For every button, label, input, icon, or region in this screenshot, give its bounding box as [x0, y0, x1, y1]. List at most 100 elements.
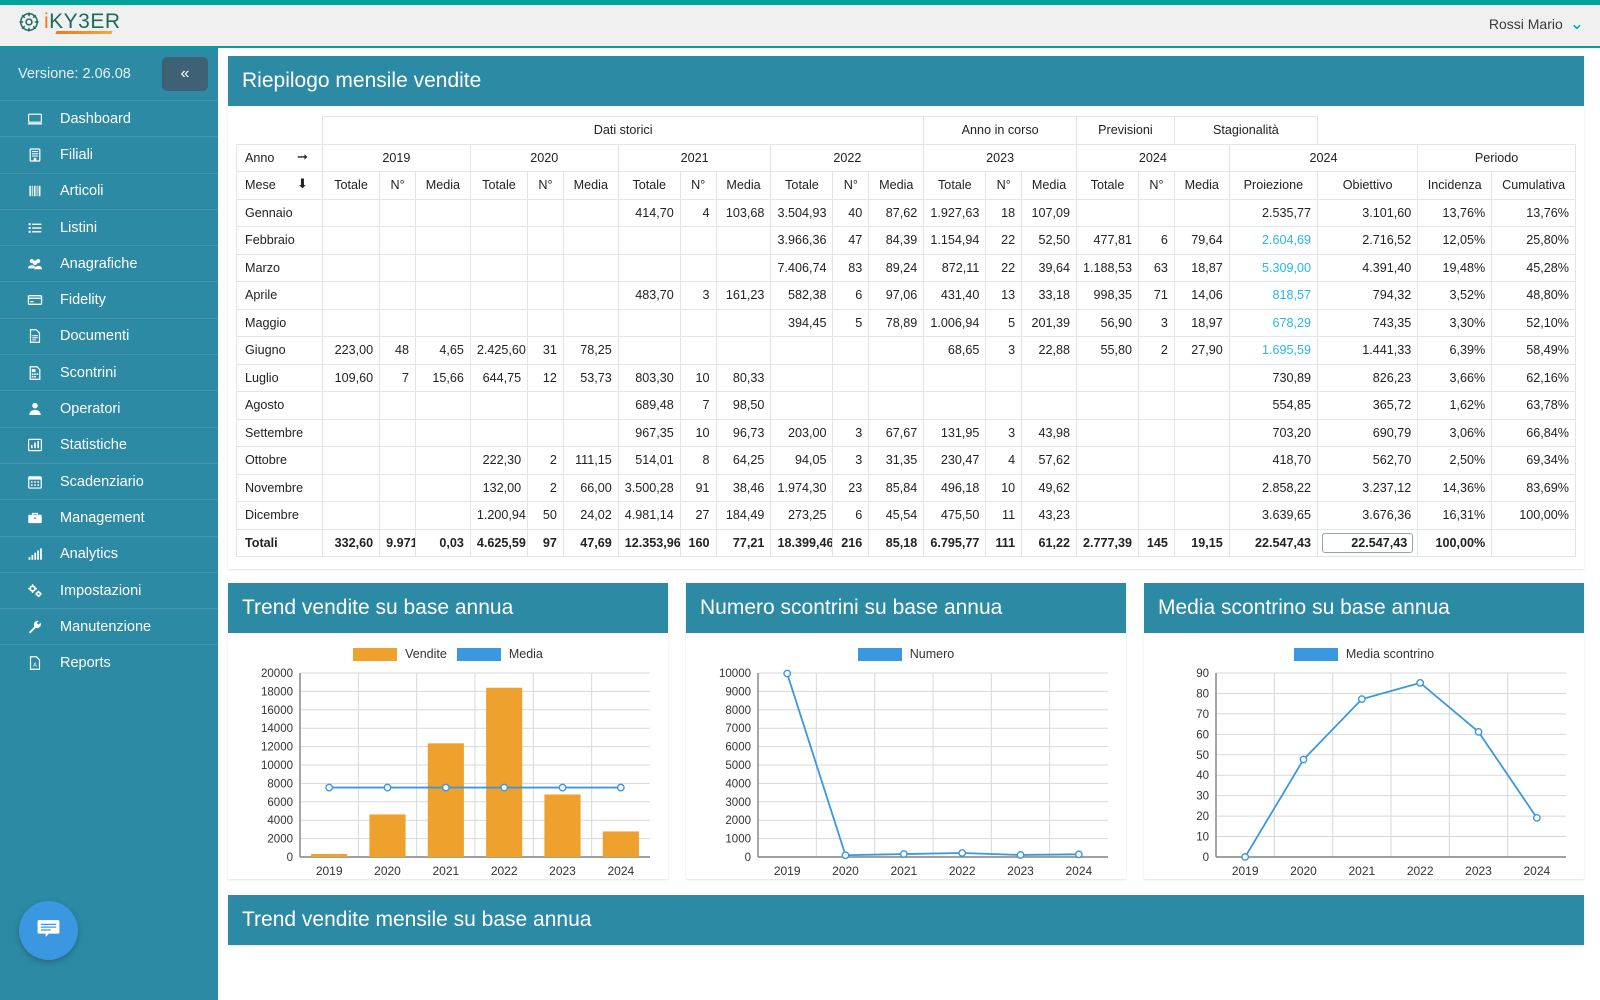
obiettivo-input[interactable]: 22.547,43	[1322, 532, 1414, 553]
table-cell	[414, 391, 471, 420]
table-cell	[527, 281, 564, 310]
table-cell: 15,66	[414, 363, 471, 392]
cell-cumulativa: 83,69%	[1491, 473, 1576, 502]
sidebar-item-management[interactable]: Management	[0, 499, 218, 535]
sidebar-item-anagrafiche[interactable]: Anagrafiche	[0, 245, 218, 281]
sidebar: Versione: 2.06.08 « Dashboard Filiali Arti…	[0, 48, 218, 1000]
chevron-down-icon[interactable]: ⌄	[1570, 15, 1584, 32]
table-row[interactable]: Marzo 7.406,74 83 89,24 872,11 22 39,64 1.188,5…	[236, 253, 1576, 282]
user-menu[interactable]: Rossi Mario ⌄	[1489, 15, 1584, 32]
table-column-header[interactable]: Incidenza	[1417, 171, 1493, 200]
chart-card: Trend vendite su base annua Vendite Media 0…	[228, 583, 668, 879]
table-cell	[321, 391, 381, 420]
table-cell	[527, 418, 564, 447]
table-column-header[interactable]: Media	[414, 171, 471, 200]
svg-text:20000: 20000	[261, 668, 293, 680]
table-row[interactable]: Dicembre 1.200,94 50 24,02 4.981,14 27 184,49 2…	[236, 501, 1576, 530]
table-cell	[562, 308, 619, 337]
sidebar-item-fidelity[interactable]: Fidelity	[0, 281, 218, 317]
legend-item[interactable]: Numero	[857, 647, 954, 661]
chat-bubble-button[interactable]	[19, 901, 78, 960]
table-cell	[923, 391, 987, 420]
table-column-header[interactable]: Media	[562, 171, 619, 200]
sidebar-item-articoli[interactable]: Articoli	[0, 172, 218, 209]
sidebar-item-operatori[interactable]: Operatori	[0, 390, 218, 426]
table-row[interactable]: Giugno 223,00 48 4,65 2.425,60 31 78,25 68,65 3 2…	[236, 336, 1576, 365]
sidebar-item-manutenzione[interactable]: Manutenzione	[0, 608, 218, 644]
table-cell: 1.188,53	[1076, 253, 1140, 282]
table-column-header[interactable]: N°	[379, 171, 416, 200]
table-column-header[interactable]: N°	[832, 171, 870, 200]
table-year-header: 2019	[321, 143, 471, 172]
legend-item[interactable]: Media scontrino	[1293, 647, 1434, 661]
table-column-header[interactable]: Totale	[469, 171, 529, 200]
sidebar-item-scadenziario[interactable]: Scadenziario	[0, 462, 218, 499]
table-column-header[interactable]: N°	[1138, 171, 1175, 200]
table-column-header[interactable]: Totale	[923, 171, 987, 200]
table-column-header[interactable]: Proiezione	[1228, 171, 1319, 200]
table-row[interactable]: Luglio 109,60 7 15,66 644,75 12 53,73 803,30 10 8…	[236, 363, 1576, 392]
table-column-header[interactable]: Cumulativa	[1491, 171, 1576, 200]
table-cell: 2	[1138, 336, 1175, 365]
table-cell	[562, 253, 619, 282]
table-cell	[1138, 391, 1175, 420]
cell-obiettivo: 365,72	[1317, 391, 1419, 420]
table-cell	[985, 391, 1023, 420]
sidebar-item-label: Anagrafiche	[60, 255, 138, 272]
table-cell	[379, 308, 416, 337]
legend-item[interactable]: Media	[456, 647, 543, 661]
table-column-header[interactable]: Media	[715, 171, 772, 200]
table-row[interactable]: Agosto 689,48 7 98,50 554,85 365,72 1,62% 63,78…	[236, 391, 1576, 420]
totals-cell: 19,15	[1173, 528, 1230, 557]
svg-text:70: 70	[1196, 709, 1209, 721]
legend-item[interactable]: Vendite	[353, 647, 447, 661]
sidebar-item-dashboard[interactable]: Dashboard	[0, 100, 218, 136]
table-column-header[interactable]: Totale	[321, 171, 381, 200]
sidebar-item-analytics[interactable]: Analytics	[0, 535, 218, 572]
table-column-header[interactable]: Media	[1173, 171, 1230, 200]
table-row[interactable]: Maggio 394,45 5 78,89 1.006,94 5 201,39 56,90 3 1…	[236, 308, 1576, 337]
pdf-file-icon: A	[26, 655, 43, 671]
table-cell: 3	[832, 418, 870, 447]
table-row[interactable]: Aprile 483,70 3 161,23 582,38 6 97,06 431,40 13 3…	[236, 281, 1576, 310]
table-cell: 107,09	[1021, 198, 1078, 227]
table-row[interactable]: Febbraio 3.966,36 47 84,39 1.154,94 22 52,50 47…	[236, 226, 1576, 255]
monthly-trend-title: Trend vendite mensile su base annua	[228, 895, 1584, 945]
table-cell	[715, 253, 772, 282]
table-cell: 414,70	[617, 198, 681, 227]
table-column-header[interactable]: Media	[1021, 171, 1078, 200]
table-year-row-label: Anno ➞	[236, 143, 323, 172]
sidebar-item-reports[interactable]: A Reports	[0, 644, 218, 680]
table-row[interactable]: Novembre 132,00 2 66,00 3.500,28 91 38,46 1.974…	[236, 473, 1576, 502]
table-cell	[414, 226, 471, 255]
sidebar-item-scontrini[interactable]: Scontrini	[0, 354, 218, 390]
brand-logo[interactable]: iKY3ER	[18, 11, 121, 34]
table-column-header[interactable]: Totale	[617, 171, 681, 200]
table-cell	[321, 446, 381, 475]
svg-text:2020: 2020	[832, 864, 859, 878]
sidebar-item-filiali[interactable]: Filiali	[0, 136, 218, 172]
svg-text:7000: 7000	[725, 723, 751, 735]
sidebar-collapse-button[interactable]: «	[162, 57, 208, 91]
table-column-header[interactable]: Totale	[770, 171, 834, 200]
table-column-header[interactable]: Totale	[1076, 171, 1140, 200]
sidebar-item-label: Filiali	[60, 146, 94, 163]
table-column-header[interactable]: N°	[527, 171, 564, 200]
table-cell	[469, 391, 529, 420]
sidebar-item-listini[interactable]: Listini	[0, 208, 218, 245]
totals-obiettivo-cell[interactable]: 22.547,43	[1317, 528, 1419, 557]
sidebar-item-label: Fidelity	[60, 292, 106, 309]
table-row[interactable]: Gennaio 414,70 4 103,68 3.504,93 40 87,62 1.927…	[236, 198, 1576, 227]
table-column-header[interactable]: N°	[679, 171, 717, 200]
cell-cumulativa: 45,28%	[1491, 253, 1576, 282]
table-column-header[interactable]: Obiettivo	[1317, 171, 1419, 200]
sidebar-item-impostazioni[interactable]: Impostazioni	[0, 571, 218, 608]
table-cell: 161,23	[715, 281, 772, 310]
table-row[interactable]: Ottobre 222,30 2 111,15 514,01 8 64,25 94,05 3 31…	[236, 446, 1576, 475]
cell-cumulativa: 25,80%	[1491, 226, 1576, 255]
sidebar-item-statistiche[interactable]: Statistiche	[0, 426, 218, 463]
table-column-header[interactable]: N°	[985, 171, 1023, 200]
sidebar-item-documenti[interactable]: Documenti	[0, 317, 218, 354]
table-column-header[interactable]: Media	[868, 171, 925, 200]
table-row[interactable]: Settembre 967,35 10 96,73 203,00 3 67,67 131,95…	[236, 418, 1576, 447]
